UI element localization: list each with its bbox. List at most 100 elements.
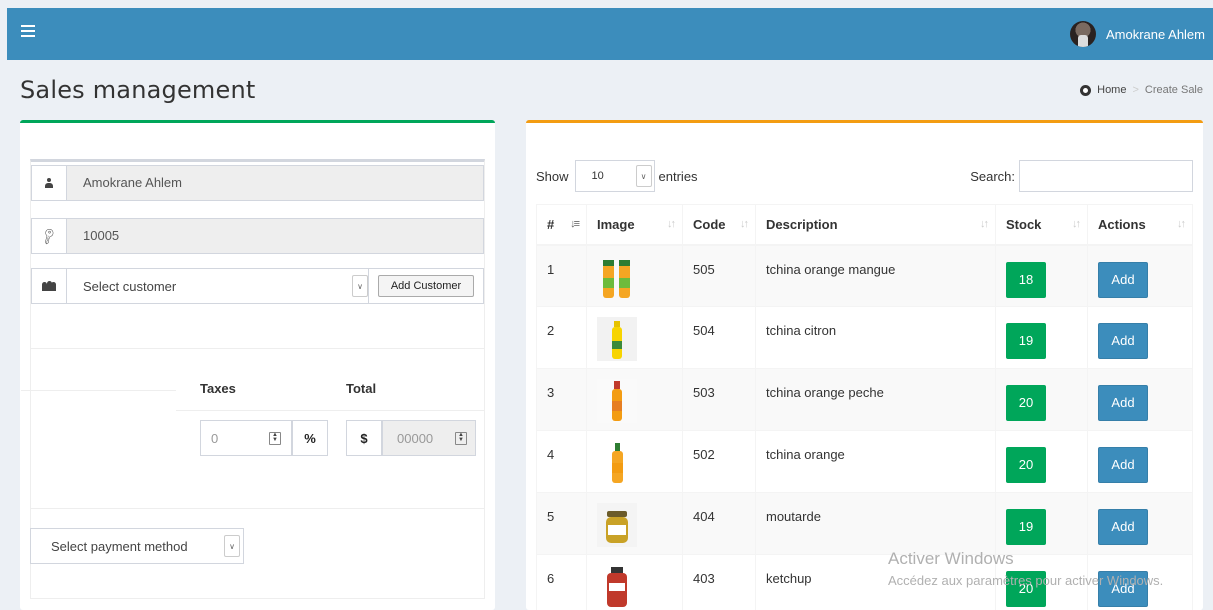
spinner-icon[interactable]: ▲ ▼: [455, 432, 467, 445]
product-image: [612, 443, 623, 483]
code-row: 🔑︎ 10005: [31, 218, 484, 254]
products-table: # ↓≡ Image ↓↑ Code ↓↑ Description ↓↑ Stock ↓↑…: [536, 204, 1193, 610]
table-search: Search:: [970, 160, 1193, 192]
table-header-row: # ↓≡ Image ↓↑ Code ↓↑ Description ↓↑ Stock ↓↑…: [536, 204, 1193, 246]
sort-icon: ↓↑: [1177, 218, 1186, 230]
table-row: 2 504 tchina citron 19 Add: [536, 306, 1193, 369]
customer-row: Select customer ∨ Add Customer: [31, 268, 484, 304]
table-row: 1 505 tchina orange mangue 18 Add: [536, 244, 1193, 307]
stock-cell: 20: [995, 430, 1088, 493]
row-number: 1: [536, 244, 587, 307]
product-image-cell: [586, 554, 683, 610]
add-product-button[interactable]: Add: [1098, 385, 1148, 421]
product-code: 503: [682, 368, 756, 431]
action-cell: Add: [1087, 306, 1193, 369]
entries-length-control: Show 10 ∨ entries: [536, 160, 698, 192]
spinner-icon[interactable]: ▲ ▼: [269, 432, 281, 445]
customer-select-value: Select customer: [83, 278, 177, 294]
sort-icon: ↓↑: [667, 218, 676, 230]
sort-asc-icon: ↓≡: [570, 218, 580, 230]
customer-addon: [31, 268, 67, 304]
payment-method-select[interactable]: Select payment method ∨: [30, 528, 244, 564]
product-image: [603, 259, 630, 298]
row-number: 4: [536, 430, 587, 493]
taxes-value: 0: [211, 430, 219, 446]
add-customer-button[interactable]: Add Customer: [378, 275, 474, 297]
search-label: Search:: [970, 168, 1015, 184]
entries-label: entries: [658, 168, 698, 184]
total-label: Total: [346, 381, 377, 396]
taxes-input-group: 0 ▲ ▼ %: [200, 420, 328, 456]
row-number: 6: [536, 554, 587, 610]
seller-row: Amokrane Ahlem: [31, 165, 484, 201]
column-header-actions[interactable]: Actions ↓↑: [1087, 204, 1193, 246]
add-product-button[interactable]: Add: [1098, 509, 1148, 545]
add-product-button[interactable]: Add: [1098, 447, 1148, 483]
search-input[interactable]: [1019, 160, 1193, 192]
entries-select-value: 10: [591, 170, 604, 182]
stock-cell: 20: [995, 554, 1088, 610]
taxes-input[interactable]: 0 ▲ ▼: [200, 420, 292, 456]
avatar: [1070, 21, 1096, 47]
product-code: 502: [682, 430, 756, 493]
action-cell: Add: [1087, 554, 1193, 610]
add-customer-wrap: Add Customer: [369, 268, 484, 304]
chevron-down-icon: ∨: [352, 275, 368, 297]
add-product-button[interactable]: Add: [1098, 571, 1148, 607]
products-table-wrapper: Show 10 ∨ entries Search: # ↓≡ Image ↓↑ Co…: [536, 147, 1202, 610]
total-input-group: $ 00000 ▲ ▼: [346, 420, 476, 456]
product-image-cell: [586, 492, 683, 555]
product-code: 404: [682, 492, 756, 555]
table-row: 3 503 tchina orange peche 20 Add: [536, 368, 1193, 431]
product-description: tchina orange mangue: [755, 244, 996, 307]
seller-addon: [31, 165, 67, 201]
sort-icon: ↓↑: [740, 218, 749, 230]
stock-badge: 20: [1006, 385, 1046, 421]
column-header-stock[interactable]: Stock ↓↑: [995, 204, 1088, 246]
user-icon: [45, 178, 53, 188]
product-code: 403: [682, 554, 756, 610]
sale-code-field[interactable]: 10005: [67, 218, 484, 254]
column-header-description[interactable]: Description ↓↑: [755, 204, 996, 246]
sort-icon: ↓↑: [980, 218, 989, 230]
product-code: 504: [682, 306, 756, 369]
breadcrumb-home[interactable]: Home: [1097, 84, 1126, 96]
product-image: [597, 317, 637, 361]
add-product-button[interactable]: Add: [1098, 261, 1148, 298]
hamburger-menu-icon[interactable]: [21, 25, 35, 39]
product-image: [597, 503, 637, 547]
customer-select[interactable]: Select customer ∨: [67, 268, 369, 304]
key-icon: 🔑︎: [38, 226, 60, 246]
stock-badge: 20: [1006, 571, 1046, 607]
sale-form-panel: Amokrane Ahlem 🔑︎ 10005 Select customer …: [20, 120, 495, 610]
show-label: Show: [536, 168, 569, 184]
column-header-code[interactable]: Code ↓↑: [682, 204, 756, 246]
product-description: tchina orange peche: [755, 368, 996, 431]
action-cell: Add: [1087, 492, 1193, 555]
payment-select-value: Select payment method: [51, 538, 188, 554]
total-input[interactable]: 00000 ▲ ▼: [382, 420, 476, 456]
chevron-down-icon: ∨: [224, 535, 240, 557]
dashboard-icon: [1080, 84, 1092, 96]
users-icon: [42, 281, 56, 291]
product-description: ketchup: [755, 554, 996, 610]
divider: [176, 410, 484, 411]
product-image: [607, 567, 627, 607]
product-image-cell: [586, 430, 683, 493]
divider: [21, 390, 176, 391]
chevron-down-icon: ∨: [635, 165, 652, 187]
column-header-num[interactable]: # ↓≡: [536, 204, 587, 246]
user-menu[interactable]: Amokrane Ahlem: [1070, 20, 1205, 48]
column-header-image[interactable]: Image ↓↑: [586, 204, 683, 246]
stock-badge: 19: [1006, 509, 1046, 545]
product-image-cell: [586, 244, 683, 307]
table-row: 5 404 moutarde 19 Add: [536, 492, 1193, 555]
add-product-button[interactable]: Add: [1098, 323, 1148, 359]
entries-select[interactable]: 10 ∨: [574, 160, 655, 192]
action-cell: Add: [1087, 430, 1193, 493]
table-row: 4 502 tchina orange 20 Add: [536, 430, 1193, 493]
page-title: Sales management: [20, 76, 256, 104]
seller-field[interactable]: Amokrane Ahlem: [67, 165, 484, 201]
currency-addon: $: [346, 420, 382, 456]
divider: [31, 508, 484, 509]
